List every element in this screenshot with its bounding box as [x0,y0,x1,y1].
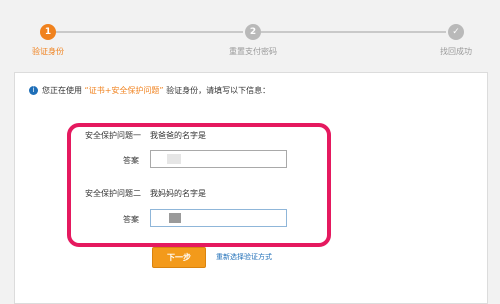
next-button[interactable]: 下一步 [152,247,206,268]
question2-label: 安全保护问题二 [85,189,141,198]
question1-label: 安全保护问题一 [85,131,141,140]
step-connector [261,31,446,33]
info-suffix: 验证身份，请填写以下信息： [166,86,271,95]
masked-answer [167,154,181,164]
answer1-label: 答案 [123,156,139,165]
answer1-input[interactable] [150,150,287,168]
answer2-label: 答案 [123,215,139,224]
step-1-label: 验证身份 [32,47,64,56]
check-icon: ✓ [448,24,464,40]
step-1-marker: 1 [40,24,56,40]
step-connector [48,31,243,33]
masked-answer [169,213,181,223]
info-message: i 您正在使用 “证书+安全保护问题” 验证身份，请填写以下信息： [29,85,270,96]
verification-panel: i 您正在使用 “证书+安全保护问题” 验证身份，请填写以下信息： 安全保护问题一… [14,72,488,304]
security-question-form [67,123,331,247]
answer2-input[interactable] [150,209,287,227]
change-method-link[interactable]: 重新选择验证方式 [216,252,272,262]
step-3-label: 找回成功 [440,47,472,56]
progress-stepper: 1 验证身份 2 重置支付密码 ✓ 找回成功 [0,0,500,60]
step-2-marker: 2 [245,24,261,40]
info-prefix: 您正在使用 [42,86,82,95]
verification-method: “证书+安全保护问题” [84,86,164,95]
step-2-label: 重置支付密码 [229,47,277,56]
info-icon: i [29,86,38,95]
question2-text: 我妈妈的名字是 [150,189,206,198]
question1-text: 我爸爸的名字是 [150,131,206,140]
